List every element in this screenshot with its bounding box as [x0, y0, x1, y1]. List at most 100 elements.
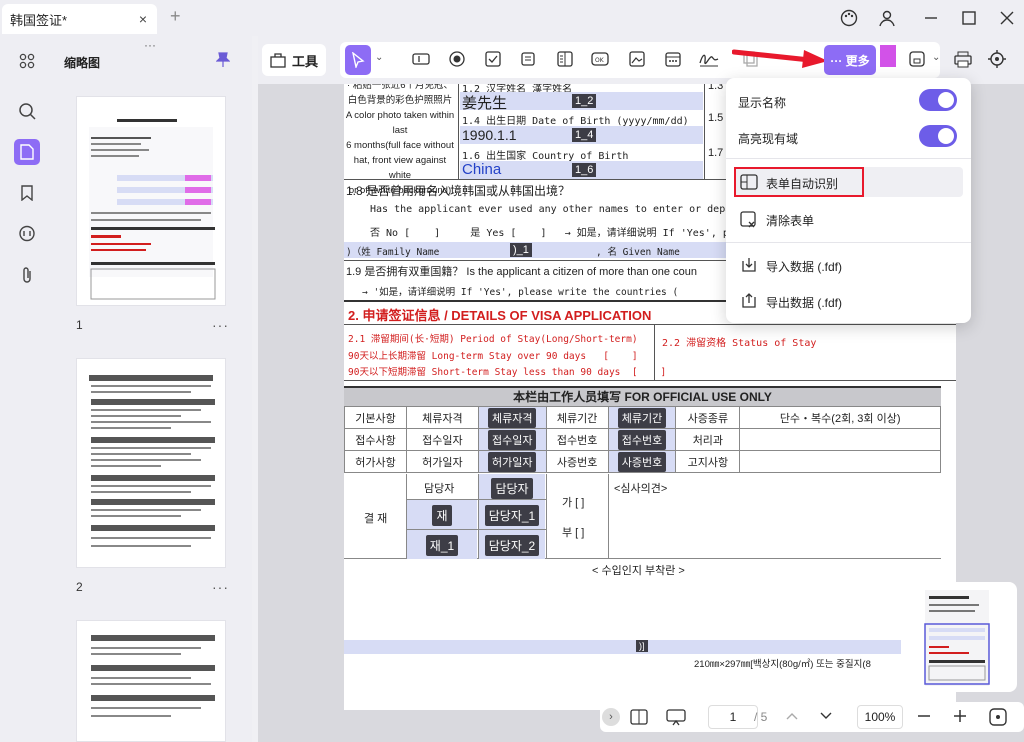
table-cell [739, 428, 941, 451]
table-cell: 기본사항 [344, 406, 407, 429]
maximize-icon[interactable] [960, 9, 978, 27]
approval-block: 결 재 담당자 담당자 재 담당자_1 재_1 담당자_2 가 [ ] 부 [ … [344, 474, 941, 559]
import-data-label: 导入数据 (.fdf) [766, 260, 843, 274]
save-dropdown-icon[interactable]: ⌄ [932, 52, 940, 63]
field-1-4[interactable]: 1990.1.1 1_4 [460, 126, 703, 144]
next-page-icon[interactable] [818, 708, 834, 724]
bu-option: 부 [ ] [562, 527, 585, 539]
panel-drag-handle[interactable]: ··· [144, 38, 156, 52]
field-1-2[interactable]: 姜先生 1_2 [460, 92, 703, 112]
attachment-icon[interactable] [14, 262, 40, 288]
close-tab-icon[interactable]: × [139, 11, 147, 27]
color-swatch[interactable] [880, 45, 896, 67]
officer-field[interactable]: 담당자 [479, 474, 545, 499]
form-field-cell[interactable]: 접수일자 [477, 428, 547, 451]
pin-icon[interactable] [216, 52, 230, 68]
page-number-1: 1 [76, 318, 83, 332]
table-cell: 사증번호 [545, 450, 609, 473]
select-dropdown-icon[interactable]: ⌄ [375, 52, 383, 63]
print-icon[interactable] [950, 46, 976, 72]
new-tab-button[interactable]: + [170, 6, 181, 27]
close-window-icon[interactable] [998, 9, 1016, 27]
page-1-more-button[interactable]: ··· [212, 317, 229, 333]
form-field-cell[interactable]: 허가일자 [477, 450, 547, 473]
jae-field[interactable]: 재 [407, 500, 477, 529]
apps-grid-icon[interactable] [14, 48, 40, 74]
show-name-label: 显示名称 [738, 96, 787, 110]
form-field-cell[interactable]: 체류자격 [477, 406, 547, 429]
bookmark-icon[interactable] [14, 180, 40, 206]
radio-button-icon[interactable] [444, 46, 470, 72]
comment-icon[interactable] [14, 221, 40, 247]
button-field-icon[interactable]: OK [588, 46, 614, 72]
account-icon[interactable] [878, 9, 896, 27]
image-field-icon[interactable] [624, 46, 650, 72]
toolbar: 工具 ⌄ OK ··· 更多 ⌄ [258, 36, 1024, 84]
svg-text:OK: OK [595, 57, 605, 64]
save-icon[interactable] [904, 46, 930, 72]
left-rail [0, 36, 52, 742]
highlight-fields-toggle[interactable] [919, 125, 957, 147]
field-2-2-label: 2.2 滞留资格 Status of Stay [662, 338, 817, 349]
combo-box-icon[interactable] [516, 46, 542, 72]
more-button[interactable]: ··· 更多 [824, 45, 876, 75]
import-data-item[interactable]: 导入数据 (.fdf) [734, 250, 963, 280]
export-data-item[interactable]: 导出数据 (.fdf) [734, 286, 963, 316]
collapse-bar-icon[interactable]: › [602, 708, 620, 726]
show-name-toggle[interactable] [919, 89, 957, 111]
clear-form-item[interactable]: 清除表单 [734, 204, 963, 234]
field-1-4-label: 1.4 出生日期 Date of Birth (yyyy/mm/dd) [462, 116, 689, 127]
theme-icon[interactable] [840, 9, 858, 27]
reading-mode-icon[interactable] [630, 708, 648, 726]
table-cell: 사증종류 [675, 406, 741, 429]
tools-button[interactable]: 工具 [262, 44, 326, 76]
stamp-area-label: < 수입인지 부착란 > [592, 565, 685, 577]
form-field-cell[interactable]: 접수번호 [607, 428, 677, 451]
document-tab[interactable]: 韩国签证* × [2, 4, 157, 34]
table-cell: 접수사항 [344, 428, 407, 451]
table-row: 접수사항 접수일자 접수일자 접수번호 접수번호 처리과 [344, 428, 941, 451]
title-bar: 韩国签证* × + [0, 0, 1024, 36]
review-label: <심사의견> [614, 483, 668, 495]
tab-title: 韩国签证* [10, 12, 68, 28]
officer-label: 담당자 [424, 483, 455, 495]
jae-1-field[interactable]: 재_1 [407, 530, 477, 559]
list-box-icon[interactable] [552, 46, 578, 72]
page-number-input[interactable]: 1 [708, 705, 758, 729]
zoom-level[interactable]: 100% [857, 705, 903, 729]
zoom-in-icon[interactable] [952, 708, 968, 724]
ai-assistant-icon[interactable] [984, 46, 1010, 72]
date-field-icon[interactable] [660, 46, 686, 72]
form-field-cell[interactable]: 사증번호 [607, 450, 677, 473]
paper-size-note: 210㎜×297㎜[백상지(80g/㎡) 또는 중질지(8 [694, 659, 871, 670]
fit-page-icon[interactable] [988, 707, 1008, 727]
search-icon[interactable] [14, 98, 40, 124]
table-cell: 체류자격 [405, 406, 479, 429]
officer-1-field[interactable]: 담당자_1 [479, 500, 545, 529]
presentation-icon[interactable] [666, 708, 686, 726]
page-thumbnail-3[interactable] [76, 620, 226, 742]
page-navigator[interactable] [901, 582, 1017, 692]
table-cell: 허가사항 [344, 450, 407, 473]
signature-icon[interactable] [696, 46, 722, 72]
table-cell: 고지사항 [675, 450, 741, 473]
table-row: 기본사항 체류자격 체류자격 체류기간 체류기간 사증종류 단수・복수(2회, 3회 이상) [344, 406, 941, 429]
auto-detect-form-item[interactable]: 表单自动识别 [734, 167, 963, 197]
page-thumbnail-2[interactable] [76, 358, 226, 568]
checkbox-icon[interactable] [480, 46, 506, 72]
zoom-out-icon[interactable] [916, 708, 932, 724]
field-1-6[interactable]: China 1_6 [460, 161, 703, 179]
previous-page-icon[interactable] [784, 708, 800, 724]
section-2-title: 2. 申请签证信息 / DETAILS OF VISA APPLICATION [348, 308, 652, 323]
text-field-icon[interactable] [408, 46, 434, 72]
page-2-more-button[interactable]: ··· [212, 579, 229, 595]
select-tool-button[interactable] [345, 45, 371, 75]
question-1-8-options: 否 No [ ] 是 Yes [ ] → 如是，请详细说明 If 'Yes', … [370, 228, 759, 239]
officer-2-field[interactable]: 담당자_2 [479, 530, 545, 559]
minimize-icon[interactable] [922, 9, 940, 27]
footer-field[interactable]: )] [344, 640, 956, 654]
page-thumbnail-1[interactable] [76, 96, 226, 306]
page-thumbnails-icon[interactable] [14, 139, 40, 165]
field-1-5-label: 1.5 [708, 112, 724, 124]
form-field-cell[interactable]: 체류기간 [607, 406, 677, 429]
